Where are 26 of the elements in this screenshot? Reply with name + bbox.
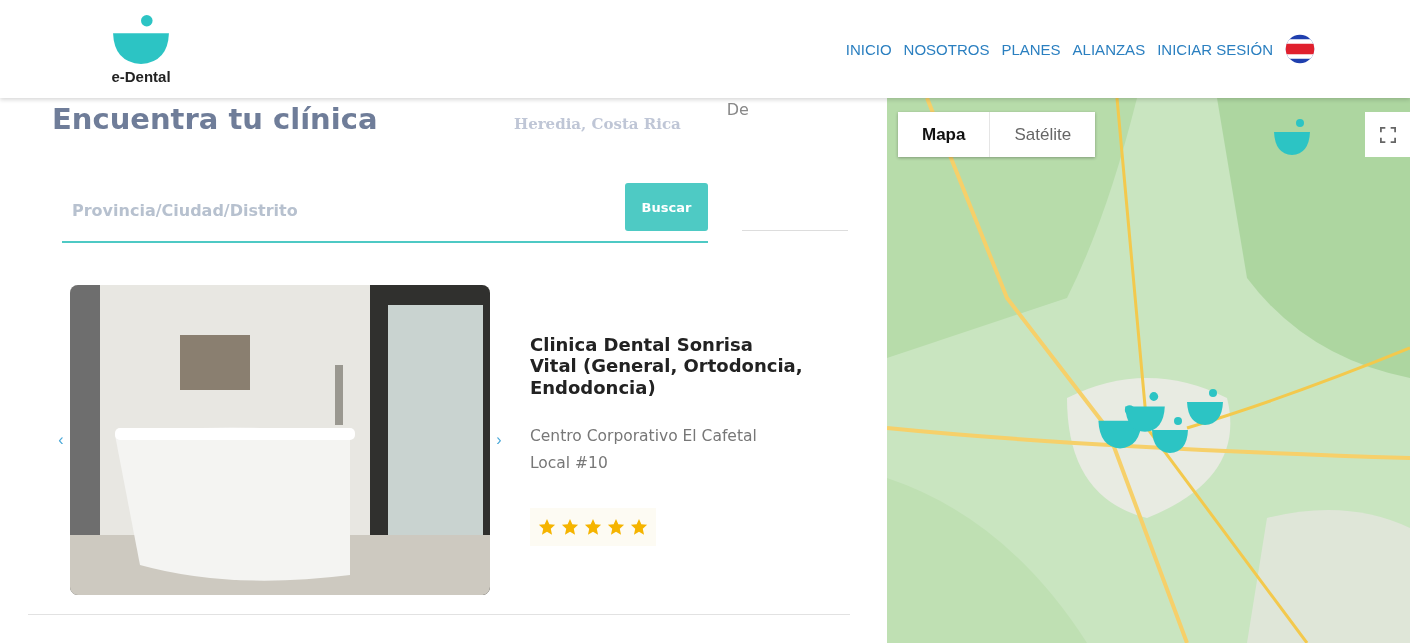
- nav-link[interactable]: PLANES: [1001, 40, 1061, 58]
- page-title: Encuentra tu clínica: [52, 102, 379, 136]
- nav-link[interactable]: NOSOTROS: [903, 40, 990, 58]
- faded-text: De: [726, 100, 749, 119]
- nav-link[interactable]: ALIANZAS: [1072, 40, 1146, 58]
- tooth-marker-icon[interactable]: [1272, 118, 1312, 156]
- star-icon: [584, 518, 602, 537]
- tooth-marker-icon[interactable]: [1150, 416, 1190, 454]
- fullscreen-icon: [1379, 126, 1396, 143]
- nav-link[interactable]: INICIO: [845, 40, 892, 58]
- tooth-marker-icon[interactable]: [1185, 388, 1225, 426]
- star-icon: [538, 518, 556, 537]
- map-type-tab[interactable]: Mapa: [898, 112, 990, 157]
- map-type-tab[interactable]: Satélite: [989, 112, 1096, 157]
- clinic-address: Centro Corporativo El Cafetal Local #10: [530, 425, 758, 475]
- star-icon: [630, 518, 648, 537]
- logo-text: e-Dental: [111, 67, 171, 85]
- flag-icon[interactable]: [1285, 34, 1315, 64]
- star-icon: [561, 518, 579, 537]
- tooth-logo-icon: [110, 13, 172, 66]
- star-icon: [607, 518, 625, 537]
- fullscreen-button[interactable]: [1365, 112, 1410, 157]
- tooth-marker-icon[interactable]: [1123, 390, 1167, 433]
- nav-link[interactable]: INICIAR SESIÓN: [1157, 40, 1273, 58]
- clinic-name: Clinica Dental Sonrisa Vital (General, Ortodoncia, Endodoncia): [530, 333, 804, 399]
- faded-location-text: Heredia, Costa Rica: [514, 115, 681, 133]
